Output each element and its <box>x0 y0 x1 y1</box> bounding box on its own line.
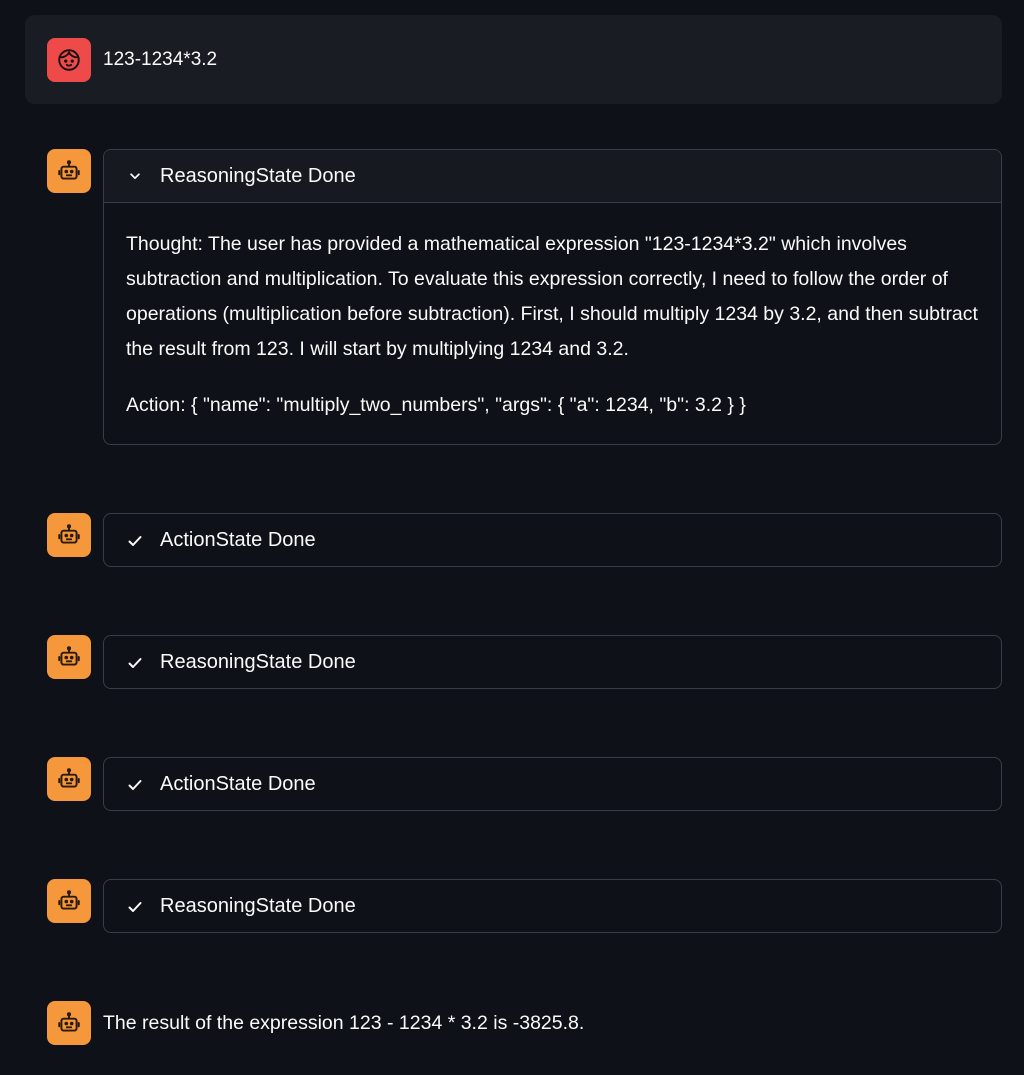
step-expander-header[interactable]: ReasoningState Done <box>104 636 1001 689</box>
user-message: 123-1234*3.2 <box>25 15 1002 104</box>
robot-icon <box>58 524 80 544</box>
assistant-avatar <box>47 1001 91 1045</box>
check-icon <box>126 532 144 550</box>
step-expander: ReasoningState Done <box>103 635 1002 689</box>
assistant-message: ActionState Done <box>47 757 1002 811</box>
assistant-avatar <box>47 513 91 557</box>
assistant-avatar <box>47 635 91 679</box>
user-avatar <box>47 38 91 82</box>
check-icon <box>126 654 144 672</box>
assistant-avatar <box>47 879 91 923</box>
assistant-avatar <box>47 149 91 193</box>
step-content: Thought: The user has provided a mathema… <box>104 203 1001 443</box>
robot-icon <box>58 160 80 180</box>
step-label: ActionState Done <box>160 773 316 795</box>
step-expander-header[interactable]: ActionState Done <box>104 758 1001 811</box>
user-face-icon <box>58 49 80 71</box>
user-message-text: 123-1234*3.2 <box>103 49 218 70</box>
check-icon <box>126 898 144 916</box>
chat-page: 123-1234*3.2 ReasoningState Done Thought… <box>0 0 1024 1075</box>
step-expander: ReasoningState Done <box>103 879 1002 933</box>
step-label: ActionState Done <box>160 529 316 551</box>
step-expander: ReasoningState Done Thought: The user ha… <box>103 149 1002 445</box>
robot-icon <box>58 1012 80 1032</box>
step-label: ReasoningState Done <box>160 895 356 917</box>
check-icon <box>126 776 144 794</box>
step-expander-header[interactable]: ReasoningState Done <box>104 880 1001 933</box>
action-text: Action: { "name": "multiply_two_numbers"… <box>126 394 746 416</box>
final-answer-text: The result of the expression 123 - 1234 … <box>103 1012 585 1034</box>
step-expander: ActionState Done <box>103 513 1002 567</box>
step-expander-header[interactable]: ActionState Done <box>104 514 1001 567</box>
step-expander-header[interactable]: ReasoningState Done <box>104 150 1001 203</box>
assistant-message: ReasoningState Done <box>47 635 1002 689</box>
assistant-message: ActionState Done <box>47 513 1002 567</box>
assistant-avatar <box>47 757 91 801</box>
assistant-message: ReasoningState Done Thought: The user ha… <box>47 149 1002 445</box>
assistant-message: ReasoningState Done <box>47 879 1002 933</box>
robot-icon <box>58 768 80 788</box>
robot-icon <box>58 890 80 910</box>
step-label: ReasoningState Done <box>160 651 356 673</box>
thought-text: Thought: The user has provided a mathema… <box>126 233 978 360</box>
robot-icon <box>58 646 80 666</box>
assistant-message: The result of the expression 123 - 1234 … <box>47 1001 1002 1045</box>
step-label: ReasoningState Done <box>160 164 356 187</box>
step-expander: ActionState Done <box>103 757 1002 811</box>
chevron-down-icon <box>126 167 144 185</box>
